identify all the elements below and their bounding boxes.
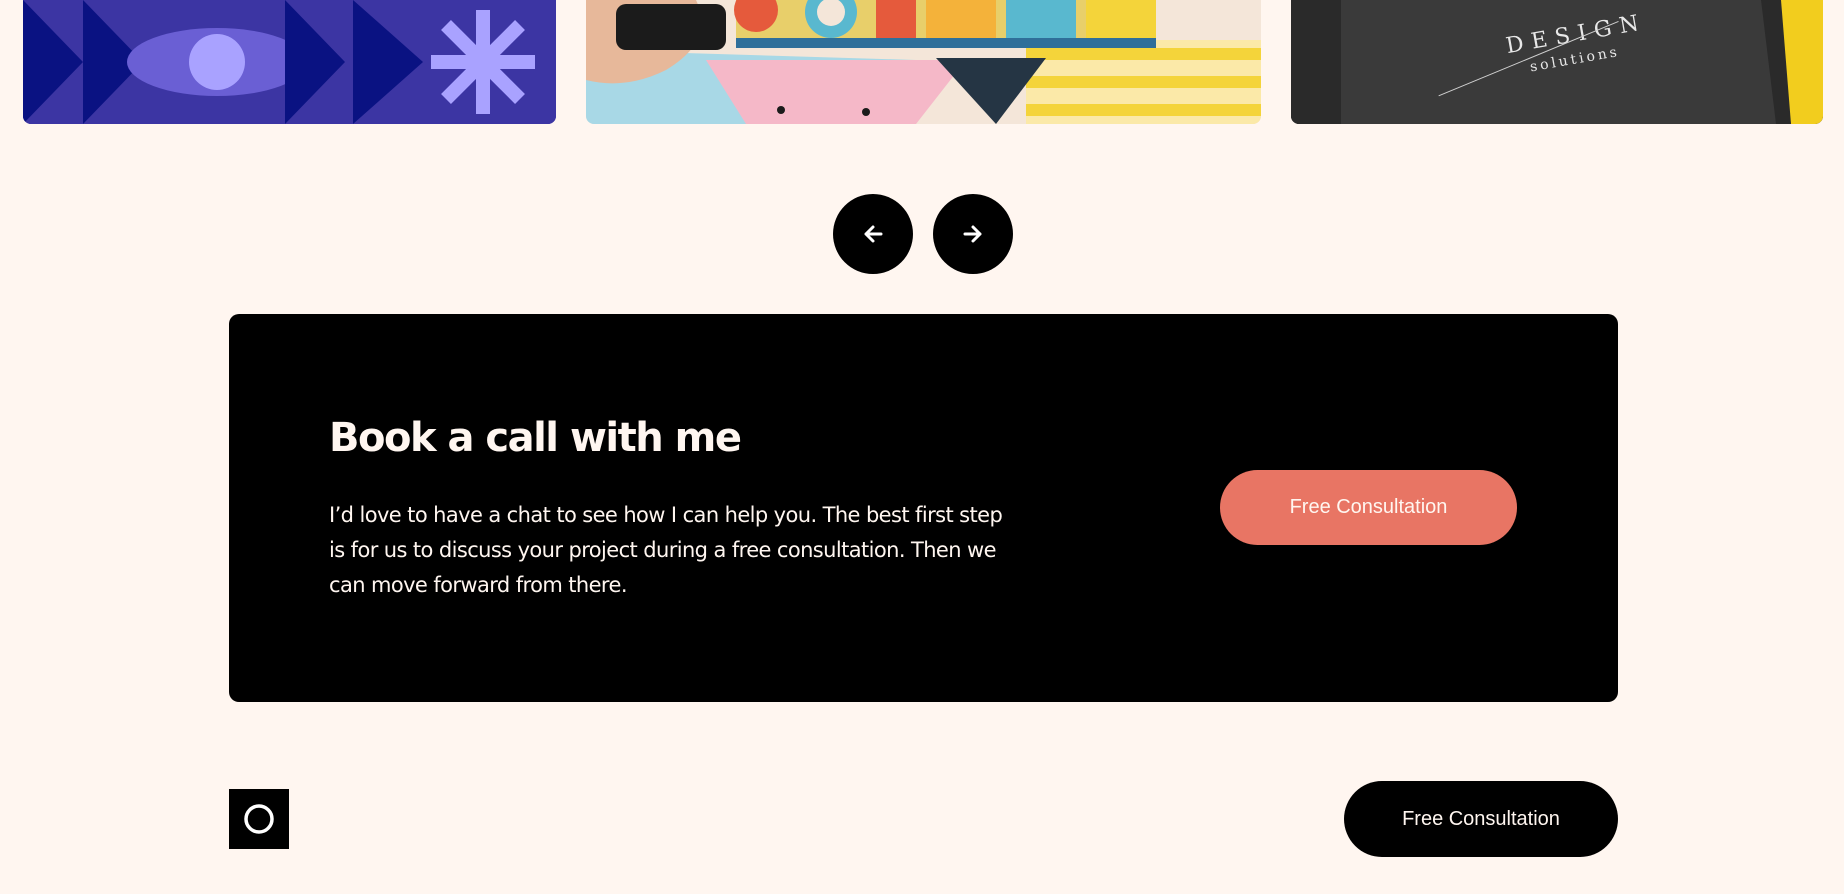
design-notebook-image: DESIGN solutions: [1291, 0, 1823, 124]
cta-heading: Book a call with me: [329, 415, 742, 461]
arrow-left-icon: [864, 225, 883, 243]
arrow-right-icon: [963, 225, 982, 243]
gallery-card-eye-pattern[interactable]: [23, 0, 556, 124]
circle-logo-icon: [244, 804, 274, 834]
carousel-prev-button[interactable]: [833, 194, 913, 274]
gallery-card-colorful-print[interactable]: [586, 0, 1261, 124]
free-consultation-button[interactable]: Free Consultation: [1220, 470, 1517, 545]
colorful-illustration-image: [586, 0, 1261, 124]
footer-free-consultation-button[interactable]: Free Consultation: [1344, 781, 1618, 857]
cta-description: I’d love to have a chat to see how I can…: [329, 503, 1003, 597]
eye-pattern-image: [23, 0, 556, 124]
footer-logo[interactable]: [229, 789, 289, 849]
carousel-next-button[interactable]: [933, 194, 1013, 274]
gallery-card-design-notebook[interactable]: DESIGN solutions: [1291, 0, 1823, 124]
